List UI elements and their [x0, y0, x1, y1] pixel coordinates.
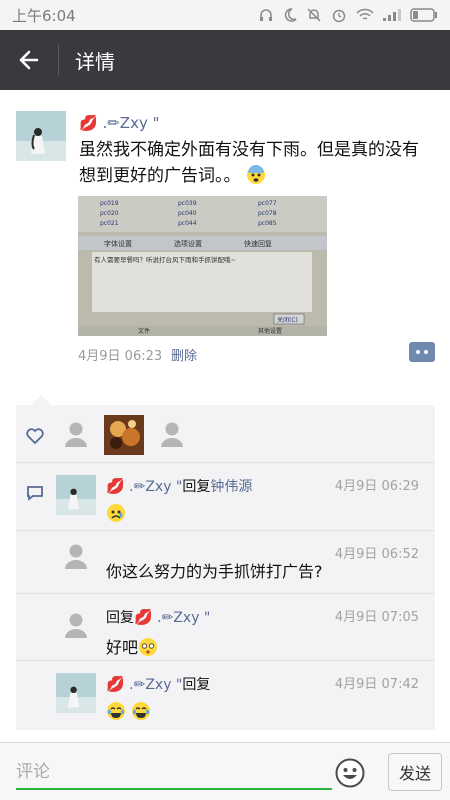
- liker-avatar[interactable]: [104, 415, 144, 455]
- status-time: 上午6:04: [12, 6, 76, 25]
- laughing-tears-icon: [132, 702, 151, 720]
- comment-row[interactable]: 4月9日 06:52 你这么努力的为手抓饼打广告?: [16, 530, 435, 593]
- mute-bell-icon: [307, 8, 321, 22]
- kiss-lips-icon: 💋: [106, 675, 125, 693]
- commenter-avatar[interactable]: [56, 673, 96, 713]
- kiss-lips-icon: 💋: [106, 477, 125, 495]
- commenter-avatar[interactable]: [56, 537, 96, 577]
- comment-text: 好吧: [106, 634, 158, 658]
- send-button[interactable]: 发送: [388, 753, 442, 791]
- title-bar: 详情: [0, 30, 450, 90]
- page-title: 详情: [75, 49, 115, 74]
- likes-comments-panel: 💋 .✏Zxy "回复钟伟源 4月9日 06:29 4月9日 06:52 你这么…: [16, 395, 435, 730]
- emoji-button[interactable]: [335, 758, 365, 792]
- surprised-face-icon: [139, 638, 158, 656]
- signal-icon: [383, 9, 401, 21]
- commenter-avatar[interactable]: [56, 475, 96, 515]
- likes-row: [16, 405, 435, 462]
- wifi-icon: [356, 8, 374, 20]
- post-time: 4月9日 06:23: [78, 349, 163, 364]
- delete-link[interactable]: 删除: [171, 345, 197, 364]
- comment-row[interactable]: 💋 .✏Zxy "回复 4月9日 07:42: [16, 660, 435, 730]
- status-bar: 上午6:04: [0, 0, 450, 30]
- alarm-icon: [332, 9, 346, 23]
- back-arrow-icon: [19, 50, 39, 70]
- title-divider: [58, 45, 59, 75]
- liker-avatar[interactable]: [56, 415, 96, 455]
- commenter-name[interactable]: 💋 .✏Zxy "回复钟伟源: [106, 476, 252, 496]
- comment-time: 4月9日 06:29: [334, 479, 419, 494]
- laughing-tears-icon: [107, 702, 125, 720]
- kiss-lips-icon: 💋: [79, 114, 98, 132]
- comment-row[interactable]: 回复💋 .✏Zxy " 4月9日 07:05 好吧: [16, 593, 435, 660]
- comment-bar: 发送: [0, 742, 450, 800]
- comment-time: 4月9日 07:05: [334, 610, 419, 625]
- author-name[interactable]: 💋 .✏Zxy ": [79, 114, 160, 132]
- status-icons: [258, 7, 438, 23]
- post-photo[interactable]: pc019 pc020 pc021 pc039 pc040 pc044 pc077 pc078…: [78, 196, 327, 336]
- kiss-lips-icon: 💋: [134, 608, 153, 626]
- headphones-icon: [260, 9, 272, 21]
- battery-icon: [410, 8, 437, 22]
- comment-row[interactable]: 💋 .✏Zxy "回复钟伟源 4月9日 06:29: [16, 462, 435, 530]
- comment-text: 你这么努力的为手抓饼打广告?: [106, 562, 323, 581]
- heart-icon: [26, 428, 44, 444]
- emoji-icon: [335, 758, 365, 788]
- comment-icon: [27, 486, 43, 501]
- commenter-name[interactable]: 💋 .✏Zxy "回复: [106, 674, 210, 694]
- post-text: 虽然我不确定外面有没有下雨。但是真的没有想到更好的广告词。。: [79, 140, 419, 186]
- sad-face-icon: [107, 504, 125, 522]
- comment-input[interactable]: [16, 756, 332, 790]
- comment-time: 4月9日 07:42: [334, 677, 419, 692]
- liker-avatar[interactable]: [152, 415, 192, 455]
- moon-icon: [284, 8, 297, 22]
- back-button[interactable]: [0, 30, 58, 90]
- more-comment-button[interactable]: [409, 342, 435, 362]
- commenter-name[interactable]: 回复💋 .✏Zxy ": [106, 607, 210, 627]
- commenter-avatar[interactable]: [56, 606, 96, 646]
- comment-text: [106, 503, 126, 523]
- author-avatar[interactable]: [16, 111, 66, 161]
- comment-time: 4月9日 06:52: [334, 547, 419, 562]
- comment-text: [106, 701, 151, 721]
- scared-face-icon: [246, 165, 265, 184]
